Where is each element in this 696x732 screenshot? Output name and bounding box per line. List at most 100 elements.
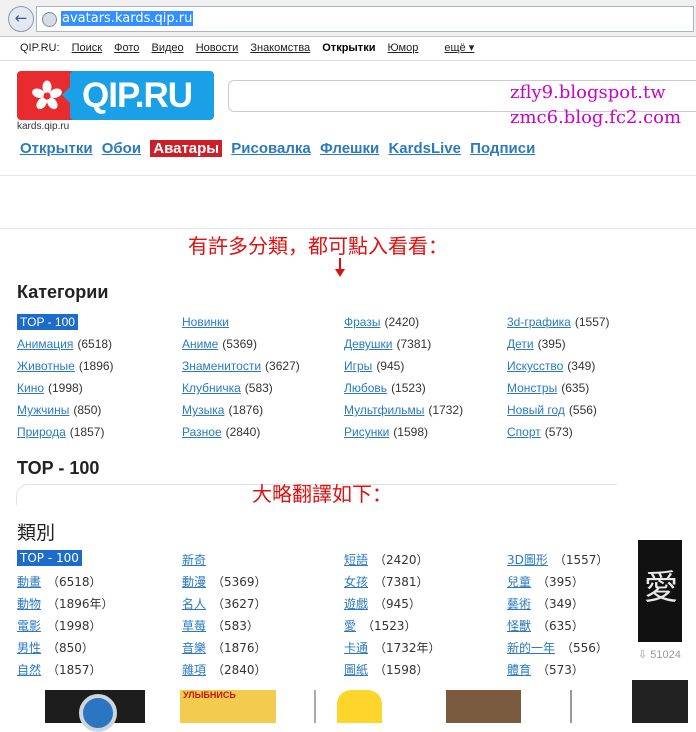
category-count: （1998）: [47, 619, 102, 633]
category-link[interactable]: 新奇: [182, 553, 206, 567]
avatar-thumbnail[interactable]: [337, 690, 382, 723]
category-count: （850）: [47, 641, 94, 655]
top-nav-dating[interactable]: Знакомства: [250, 42, 310, 54]
category-link[interactable]: Дети: [507, 337, 534, 351]
tab-signatures[interactable]: Подписи: [470, 140, 535, 157]
category-count: （2420）: [374, 553, 429, 567]
avatar-thumbnail[interactable]: [45, 690, 145, 732]
tab-avatars[interactable]: Аватары: [150, 140, 223, 157]
category-link[interactable]: Разное: [182, 425, 222, 439]
back-arrow-icon[interactable]: ←: [8, 6, 34, 32]
top-nav-video[interactable]: Видео: [151, 42, 183, 54]
category-link[interactable]: 音樂: [182, 641, 206, 655]
top-nav-more[interactable]: ещё ▾: [444, 41, 474, 54]
category-count: (1557): [574, 315, 610, 329]
category-count: (6518): [77, 337, 113, 351]
category-link[interactable]: Новинки: [182, 315, 229, 329]
top-nav-search[interactable]: Поиск: [72, 42, 102, 54]
url-text[interactable]: avatars.kards.qip.ru: [61, 11, 194, 26]
category-link[interactable]: Мультфильмы: [344, 403, 424, 417]
category-link[interactable]: TOP - 100: [17, 314, 78, 330]
tab-drawing[interactable]: Рисовалка: [231, 140, 310, 157]
tab-cards[interactable]: Открытки: [20, 140, 93, 157]
category-link[interactable]: Кино: [17, 381, 44, 395]
category-item: 動畫 （6518）: [17, 573, 102, 590]
category-link[interactable]: 3D圖形: [507, 553, 548, 567]
category-item: 體育 （573）: [507, 661, 584, 678]
category-link[interactable]: 名人: [182, 597, 206, 611]
category-link[interactable]: 圖紙: [344, 663, 368, 677]
category-link[interactable]: 動漫: [182, 575, 206, 589]
category-item: 圖紙 （1598）: [344, 661, 429, 678]
category-link[interactable]: 電影: [17, 619, 41, 633]
top-nav-photo[interactable]: Фото: [114, 42, 139, 54]
category-count: （7381）: [374, 575, 429, 589]
category-link[interactable]: 新的一年: [507, 641, 555, 655]
category-item: 遊戲 （945）: [344, 595, 421, 612]
category-link[interactable]: Рисунки: [344, 425, 389, 439]
top-nav-humor[interactable]: Юмор: [388, 42, 419, 54]
category-link[interactable]: 體育: [507, 663, 531, 677]
category-link[interactable]: 怪獸: [507, 619, 531, 633]
thumbnail-glyph: 愛: [644, 568, 678, 608]
category-link[interactable]: Клубничка: [182, 381, 241, 395]
category-link[interactable]: Монстры: [507, 381, 557, 395]
category-item: Любовь (1523): [344, 381, 426, 395]
qip-logo-text-box[interactable]: QIP.RU: [70, 71, 214, 120]
category-link[interactable]: TOP - 100: [17, 550, 82, 566]
category-link[interactable]: Искусство: [507, 359, 563, 373]
category-count: （1876）: [212, 641, 267, 655]
category-count: (1998): [48, 381, 83, 395]
avatar-thumbnail[interactable]: 愛: [638, 540, 682, 642]
category-link[interactable]: Мужчины: [17, 403, 69, 417]
tab-flash[interactable]: Флешки: [320, 140, 379, 157]
category-item: 男性 （850）: [17, 639, 94, 656]
top-nav-home[interactable]: QIP.RU:: [20, 42, 60, 54]
category-item: 藝術 （349）: [507, 595, 584, 612]
category-link[interactable]: 藝術: [507, 597, 531, 611]
category-link[interactable]: 愛: [344, 619, 356, 633]
avatar-thumbnail[interactable]: [632, 680, 688, 723]
category-link[interactable]: Аниме: [182, 337, 218, 351]
category-link[interactable]: 男性: [17, 641, 41, 655]
category-link[interactable]: 草莓: [182, 619, 206, 633]
category-link[interactable]: 短語: [344, 553, 368, 567]
category-link[interactable]: Знаменитости: [182, 359, 261, 373]
category-link[interactable]: Природа: [17, 425, 66, 439]
category-item: Дети (395): [507, 337, 566, 351]
category-link[interactable]: Животные: [17, 359, 75, 373]
category-link[interactable]: 兒童: [507, 575, 531, 589]
top-nav-cards[interactable]: Открытки: [322, 42, 375, 54]
category-link[interactable]: 動畫: [17, 575, 41, 589]
tab-kardslive[interactable]: KardsLive: [388, 140, 461, 157]
category-link[interactable]: Любовь: [344, 381, 387, 395]
tab-wallpapers[interactable]: Обои: [102, 140, 141, 157]
category-count: （2840）: [212, 663, 267, 677]
top-nav-news[interactable]: Новости: [196, 42, 239, 54]
category-link[interactable]: Спорт: [507, 425, 541, 439]
category-count: （573）: [537, 663, 584, 677]
category-link[interactable]: Фразы: [344, 315, 380, 329]
category-item: TOP - 100: [17, 550, 82, 566]
avatar-thumbnail[interactable]: [446, 690, 521, 723]
category-link[interactable]: 雜項: [182, 663, 206, 677]
category-link[interactable]: Музыка: [182, 403, 224, 417]
category-link[interactable]: Анимация: [17, 337, 73, 351]
category-link[interactable]: Игры: [344, 359, 372, 373]
category-link[interactable]: Девушки: [344, 337, 393, 351]
url-field[interactable]: avatars.kards.qip.ru: [36, 6, 694, 32]
category-item: 女孩 （7381）: [344, 573, 429, 590]
category-link[interactable]: 自然: [17, 663, 41, 677]
thumbnail-border: [314, 690, 316, 723]
category-link[interactable]: Новый год: [507, 403, 565, 417]
category-link[interactable]: 3d-графика: [507, 315, 571, 329]
avatar-thumbnail[interactable]: УЛЫБНИСЬ: [180, 690, 276, 723]
category-count: （583）: [212, 619, 259, 633]
category-link[interactable]: 女孩: [344, 575, 368, 589]
category-link[interactable]: 遊戲: [344, 597, 368, 611]
category-link[interactable]: 動物: [17, 597, 41, 611]
category-link[interactable]: 卡通: [344, 641, 368, 655]
headphones-icon: [79, 694, 117, 732]
category-item: Рисунки (1598): [344, 425, 428, 439]
category-count: （5369）: [212, 575, 267, 589]
